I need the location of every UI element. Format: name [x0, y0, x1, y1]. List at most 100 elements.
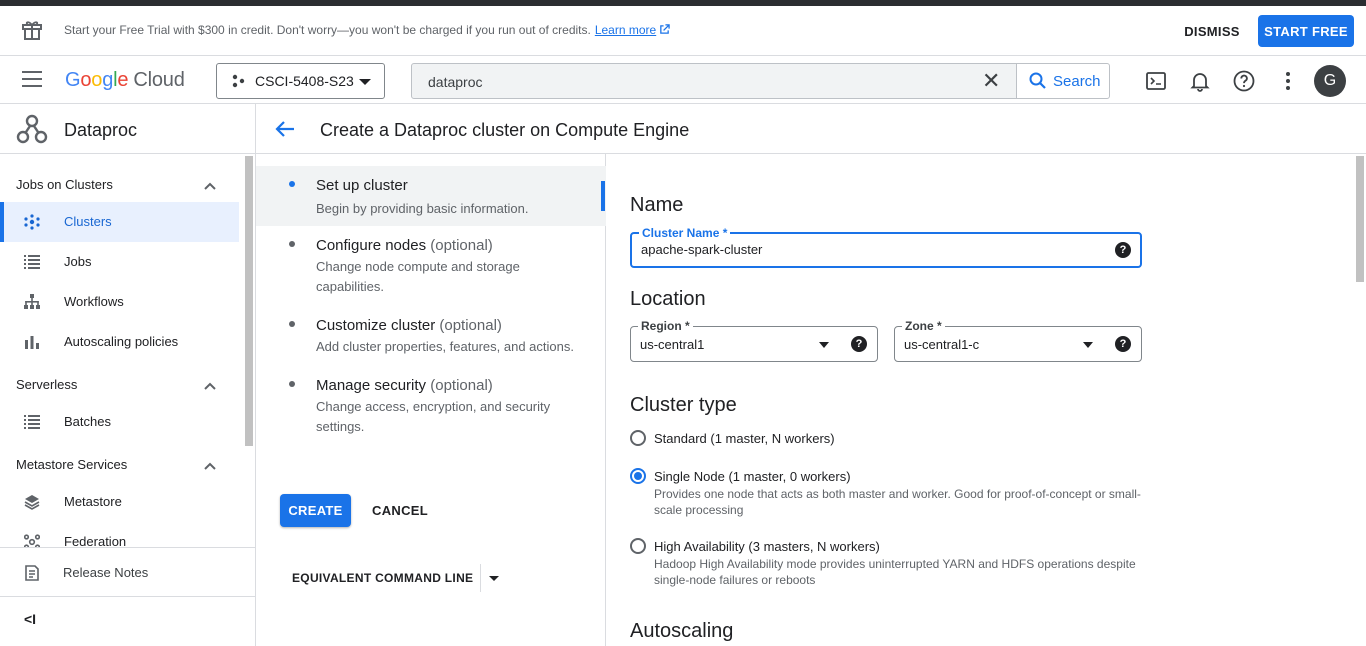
- chevron-up-icon[interactable]: [204, 382, 216, 390]
- region-select[interactable]: Region * us-central1 ?: [630, 319, 878, 362]
- search-input[interactable]: dataproc: [428, 74, 482, 90]
- region-label: Region *: [638, 319, 693, 333]
- page-title: Create a Dataproc cluster on Compute Eng…: [320, 120, 690, 140]
- section-serverless[interactable]: Serverless: [16, 377, 77, 392]
- step-manage-security[interactable]: Manage security (optional) Change access…: [256, 366, 606, 446]
- google-cloud-logo[interactable]: Google Cloud: [65, 69, 185, 92]
- dropdown-arrow-icon[interactable]: [1083, 342, 1093, 348]
- sidebar-item-autoscaling-policies[interactable]: Autoscaling policies: [0, 322, 239, 362]
- project-name: CSCI-5408-S23: [255, 73, 354, 89]
- page-header: Create a Dataproc cluster on Compute Eng…: [256, 104, 1366, 154]
- notifications-bell-icon[interactable]: [1188, 69, 1212, 93]
- banner-message: Start your Free Trial with $300 in credi…: [64, 23, 670, 37]
- dropdown-arrow-icon[interactable]: [819, 342, 829, 348]
- more-vert-icon[interactable]: [1276, 69, 1300, 93]
- create-button[interactable]: CREATE: [280, 494, 351, 527]
- sidebar-item-jobs[interactable]: Jobs: [0, 242, 239, 282]
- step-title: Set up cluster: [316, 177, 408, 194]
- release-notes-link[interactable]: Release Notes: [0, 547, 255, 597]
- section-autoscaling-heading: Autoscaling: [630, 620, 734, 642]
- step-description: Change node compute and storage capabili…: [316, 259, 520, 294]
- main-menu-icon[interactable]: [22, 71, 44, 91]
- step-customize-cluster[interactable]: Customize cluster (optional) Add cluster…: [256, 306, 606, 366]
- cancel-button[interactable]: CANCEL: [365, 494, 435, 527]
- step-dot: [289, 181, 295, 187]
- help-icon[interactable]: ?: [1115, 336, 1131, 352]
- project-selector[interactable]: CSCI-5408-S23: [216, 63, 385, 99]
- account-avatar[interactable]: G: [1314, 65, 1346, 97]
- step-configure-nodes[interactable]: Configure nodes (optional) Change node c…: [256, 226, 606, 306]
- active-step-indicator: [601, 181, 605, 211]
- step-dot: [289, 381, 295, 387]
- sidebar-item-label: Workflows: [64, 294, 124, 309]
- list-icon: [24, 415, 40, 429]
- active-indicator: [0, 202, 4, 242]
- clusters-icon: [24, 214, 40, 230]
- banner-text: Start your Free Trial with $300 in credi…: [64, 23, 591, 37]
- section-name-heading: Name: [630, 194, 684, 216]
- chevron-up-icon[interactable]: [204, 182, 216, 190]
- product-name: Dataproc: [64, 120, 138, 140]
- radio-standard[interactable]: [630, 430, 646, 446]
- metastore-icon: [24, 495, 40, 510]
- dataproc-icon: [16, 114, 48, 144]
- step-description: Change access, encryption, and security …: [316, 399, 551, 434]
- divider: [480, 564, 481, 592]
- section-location-heading: Location: [630, 288, 706, 310]
- zone-select[interactable]: Zone * us-central1-c ?: [894, 319, 1142, 362]
- help-icon[interactable]: ?: [851, 336, 867, 352]
- equivalent-command-line-button[interactable]: EQUIVALENT COMMAND LINE: [292, 571, 473, 585]
- sidebar-item-batches[interactable]: Batches: [0, 402, 239, 442]
- sidebar-item-clusters[interactable]: Clusters: [0, 202, 239, 242]
- external-link-icon: [660, 24, 670, 34]
- cluster-name-input[interactable]: apache-spark-cluster: [641, 242, 762, 257]
- zone-value: us-central1-c: [904, 337, 980, 352]
- section-jobs-on-clusters[interactable]: Jobs on Clusters: [16, 177, 113, 192]
- sidebar-item-metastore[interactable]: Metastore: [0, 482, 239, 522]
- chevron-down-icon[interactable]: [489, 576, 499, 581]
- step-title: Manage security (optional): [316, 377, 493, 394]
- back-arrow-icon[interactable]: [274, 118, 296, 140]
- form-scrollbar[interactable]: [1356, 156, 1364, 282]
- step-description: Add cluster properties, features, and ac…: [316, 339, 574, 354]
- release-notes-icon: [25, 565, 39, 581]
- radio-description: Hadoop High Availability mode provides u…: [654, 557, 1136, 587]
- sidebar-item-label: Jobs: [64, 254, 92, 269]
- search-icon: [1029, 72, 1046, 89]
- collapse-nav-button[interactable]: <I: [24, 611, 36, 627]
- cluster-name-label: Cluster Name *: [639, 226, 731, 240]
- search-button-label: Search: [1053, 72, 1101, 90]
- radio-single-node[interactable]: [630, 468, 646, 484]
- nav-scrollbar[interactable]: [245, 156, 253, 446]
- radio-label: High Availability (3 masters, N workers): [654, 539, 880, 554]
- release-notes-label: Release Notes: [63, 565, 149, 580]
- dismiss-button[interactable]: DISMISS: [1174, 18, 1250, 44]
- section-metastore-services[interactable]: Metastore Services: [16, 457, 127, 472]
- help-icon[interactable]: ?: [1115, 242, 1131, 258]
- nav-scroll-area: Jobs on Clusters Clusters Jobs Workflows…: [0, 155, 240, 547]
- step-set-up-cluster[interactable]: Set up cluster Begin by providing basic …: [256, 166, 606, 226]
- radio-high-availability[interactable]: [630, 538, 646, 554]
- sidebar-item-federation[interactable]: Federation: [0, 522, 239, 547]
- help-icon[interactable]: [1232, 69, 1256, 93]
- cluster-form: Name Cluster Name * apache-spark-cluster…: [606, 154, 1366, 646]
- chevron-up-icon[interactable]: [204, 462, 216, 470]
- bar-chart-icon: [25, 336, 39, 349]
- step-title: Configure nodes (optional): [316, 237, 493, 254]
- zone-label: Zone *: [902, 319, 945, 333]
- clear-search-icon[interactable]: ✕: [982, 70, 1002, 92]
- step-description: Begin by providing basic information.: [316, 201, 529, 216]
- search-button[interactable]: Search: [1016, 63, 1110, 99]
- sidebar-item-workflows[interactable]: Workflows: [0, 282, 239, 322]
- learn-more-link[interactable]: Learn more: [595, 23, 670, 37]
- sidebar-item-label: Metastore: [64, 494, 122, 509]
- step-title: Customize cluster (optional): [316, 317, 502, 334]
- federation-icon: [24, 534, 40, 547]
- cloud-shell-icon[interactable]: [1144, 69, 1168, 93]
- search-bar[interactable]: dataproc ✕ Search: [411, 63, 1110, 99]
- sidebar-item-label: Autoscaling policies: [64, 334, 179, 349]
- cluster-name-field[interactable]: Cluster Name * apache-spark-cluster ?: [630, 226, 1142, 268]
- start-free-button[interactable]: START FREE: [1258, 15, 1354, 47]
- top-header: Google Cloud CSCI-5408-S23 dataproc ✕ Sea…: [0, 57, 1366, 104]
- step-dot: [289, 241, 295, 247]
